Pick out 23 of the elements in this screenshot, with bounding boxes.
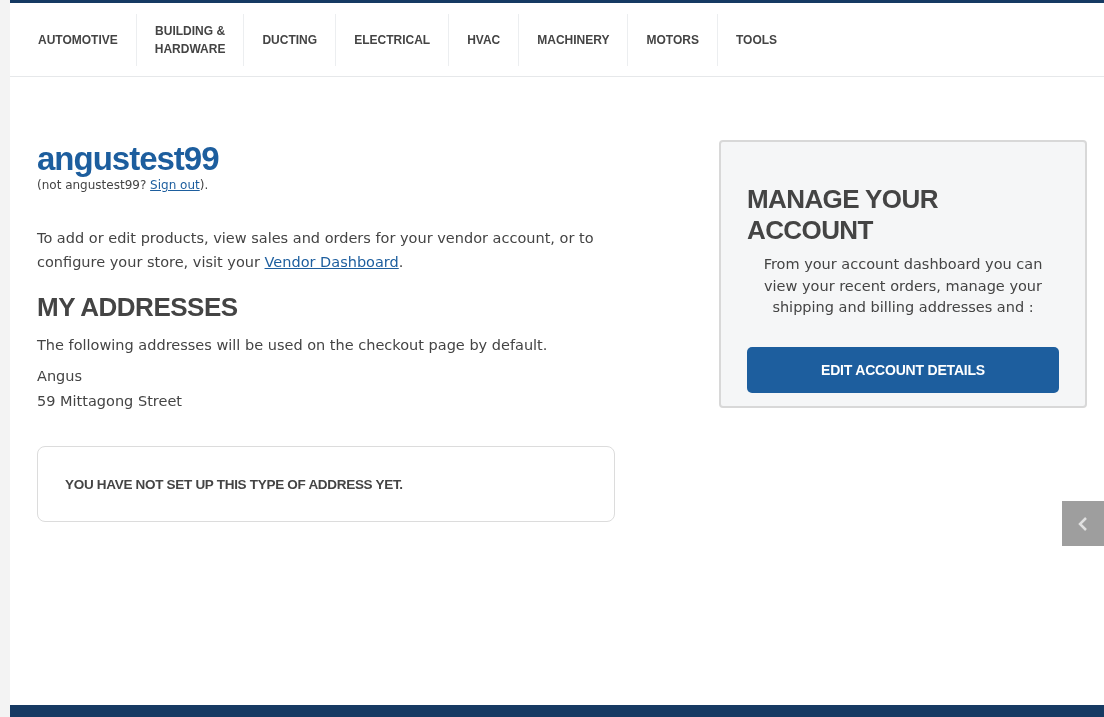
nav-link[interactable]: DUCTING	[244, 13, 337, 66]
address-line: 59 Mittagong Street	[37, 392, 183, 411]
notice-text: YOU HAVE NOT SET UP THIS TYPE OF ADDRESS YET.	[65, 476, 403, 492]
side-tab-button[interactable]	[1062, 501, 1104, 546]
chevron-left-icon	[1078, 515, 1088, 532]
vendor-dashboard-link[interactable]: Vendor Dashboard	[264, 254, 399, 270]
signout-note: (not angustest99? Sign out).	[37, 178, 209, 192]
sign-out-link[interactable]: Sign out	[150, 178, 200, 192]
edit-account-button[interactable]: EDIT ACCOUNT DETAILS	[747, 346, 1059, 393]
addresses-heading: MY ADDRESSES	[37, 292, 239, 323]
address-line: Angus	[37, 367, 84, 386]
nav-link[interactable]: TOOLS	[717, 13, 796, 66]
nav-link[interactable]: ELECTRICAL	[336, 13, 450, 66]
card-text: From your account dashboard you can view your recent orders, manage your shipping and billing addresses and :	[762, 255, 1044, 317]
username-heading: angustest99	[37, 140, 615, 178]
nav-link[interactable]: MACHINERY	[519, 13, 629, 66]
addresses-intro: The following addresses will be used on the checkout page by default.	[37, 336, 549, 355]
nav-link[interactable]: BUILDING & HARDWARE	[136, 13, 245, 66]
nav-link[interactable]: MOTORS	[628, 13, 718, 66]
nav-link[interactable]: AUTOMOTIVE	[20, 13, 137, 66]
nav-link[interactable]: HVAC	[449, 13, 520, 66]
vendor-note: To add or edit products, view sales and orders for your vendor account, or to configure your store, visit your Vendor Dashboard.	[37, 229, 595, 272]
card-title: MANAGE YOUR ACCOUNT	[747, 184, 939, 246]
